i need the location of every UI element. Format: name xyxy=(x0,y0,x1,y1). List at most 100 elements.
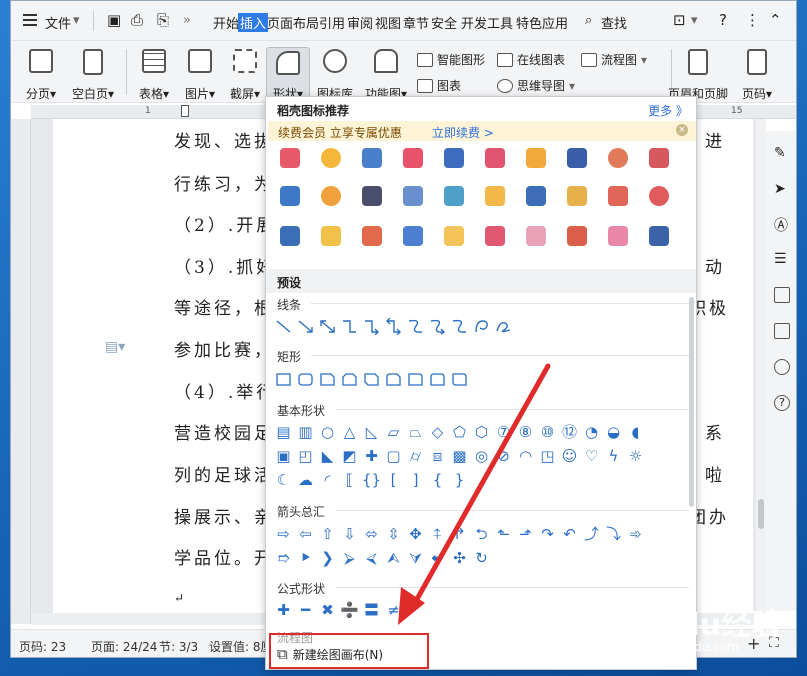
chart-button[interactable]: 图表 xyxy=(417,77,461,94)
teardrop-shape-icon[interactable]: ◖ xyxy=(626,423,645,442)
heart-shape-icon[interactable]: ♡ xyxy=(582,447,601,466)
multiply-shape-icon[interactable]: ✖ xyxy=(318,601,337,620)
box-icon[interactable] xyxy=(602,181,635,211)
double-brace-shape-icon[interactable]: {} xyxy=(362,471,381,490)
network-icon[interactable] xyxy=(356,181,389,211)
l-shape-icon[interactable]: ◣ xyxy=(318,447,337,466)
curved-double-arrow-shape-icon[interactable] xyxy=(450,317,469,336)
tab-special-apps[interactable]: 特色应用 xyxy=(516,13,568,32)
building-icon[interactable] xyxy=(438,181,471,211)
page-number-button[interactable]: 页码▾ xyxy=(735,49,779,102)
left-up-arrow-shape-icon[interactable]: ⬑ xyxy=(494,525,513,544)
heptagon-shape-icon[interactable]: ⑦ xyxy=(494,423,513,442)
screenshot-button[interactable]: 截屏▾ xyxy=(223,49,267,102)
bent-arrow-shape-icon[interactable]: ↱ xyxy=(450,525,469,544)
sliders-icon[interactable] xyxy=(643,221,676,251)
text-box-shape-icon[interactable]: ▤ xyxy=(274,423,293,442)
cloud-sync-icon[interactable]: ⊡ xyxy=(673,11,686,29)
chord-shape-icon[interactable]: ◒ xyxy=(604,423,623,442)
document-stack-icon[interactable] xyxy=(438,143,471,173)
freeform-shape-icon[interactable] xyxy=(494,317,513,336)
lightbulb-icon[interactable] xyxy=(315,143,348,173)
folded-corner-shape-icon[interactable]: ◳ xyxy=(538,447,557,466)
magnifier-icon[interactable] xyxy=(602,143,635,173)
save-icon[interactable]: ▣ xyxy=(107,11,121,29)
tab-references[interactable]: 引用 xyxy=(319,13,345,32)
pie-shape-icon[interactable]: ◔ xyxy=(582,423,601,442)
left-right-arrow-shape-icon[interactable]: ⬄ xyxy=(362,525,381,544)
pentagon-arrow-shape-icon[interactable]: ⯈ xyxy=(296,549,315,568)
table-button[interactable]: 表格▾ xyxy=(133,49,175,102)
new-canvas-button[interactable]: ⧉ 新建绘图画布(N) xyxy=(269,633,429,669)
page-break-button[interactable]: 分页▾ xyxy=(21,49,61,102)
diagonal-stripe-shape-icon[interactable]: ◩ xyxy=(340,447,359,466)
edit-icon[interactable]: ✎ xyxy=(774,145,790,161)
donut-shape-icon[interactable]: ◎ xyxy=(472,447,491,466)
bent-up-arrow-shape-icon[interactable]: ⬏ xyxy=(516,525,535,544)
target-icon[interactable] xyxy=(643,181,676,211)
diamond-shape-icon[interactable]: ◇ xyxy=(428,423,447,442)
tab-developer[interactable]: 开发工具 xyxy=(461,13,513,32)
cube-shape-icon[interactable]: ⧈ xyxy=(428,447,447,466)
idea-head-icon[interactable] xyxy=(479,181,512,211)
bevel-shape-icon[interactable]: ▩ xyxy=(450,447,469,466)
rectangle-shape-icon[interactable] xyxy=(274,370,293,389)
curved-up-arrow-shape-icon[interactable]: ⤴ xyxy=(582,525,601,544)
double-bracket-shape-icon[interactable]: ⟦ xyxy=(340,471,359,490)
double-arrow-line-shape-icon[interactable] xyxy=(318,317,337,336)
divide-shape-icon[interactable]: ➗ xyxy=(340,601,359,620)
block-arc-shape-icon[interactable]: ◠ xyxy=(516,447,535,466)
id-card-icon[interactable] xyxy=(397,181,430,211)
presentation-icon[interactable] xyxy=(274,221,307,251)
snip-corner-rectangle-shape-icon[interactable] xyxy=(318,370,337,389)
flowchart-button[interactable]: 流程图 ▾ xyxy=(581,51,647,68)
cloud-shape-icon[interactable]: ☁ xyxy=(296,471,315,490)
right-triangle-shape-icon[interactable]: ◺ xyxy=(362,423,381,442)
hamburger-icon[interactable] xyxy=(23,14,37,26)
heart-pulse-icon[interactable] xyxy=(397,143,430,173)
snip-diagonal-shape-icon[interactable] xyxy=(362,370,381,389)
notched-right-arrow-shape-icon[interactable]: ➱ xyxy=(274,549,293,568)
left-arrow-callout-shape-icon[interactable]: ⮘ xyxy=(362,549,381,568)
pentagon-shape-icon[interactable]: ⬠ xyxy=(450,423,469,442)
quad-arrow-callout-shape-icon[interactable]: ✣ xyxy=(450,549,469,568)
rocket-icon[interactable] xyxy=(274,143,307,173)
indent-marker-icon[interactable] xyxy=(181,105,189,117)
can-shape-icon[interactable]: ⌭ xyxy=(406,447,425,466)
plaque-shape-icon[interactable]: ▢ xyxy=(384,447,403,466)
vertical-ruler[interactable] xyxy=(11,119,31,624)
hexagon-shape-icon[interactable]: ⬡ xyxy=(472,423,491,442)
right-bracket-shape-icon[interactable]: ] xyxy=(406,471,425,490)
bar-chart-icon[interactable] xyxy=(479,221,512,251)
round-one-corner-shape-icon[interactable] xyxy=(406,370,425,389)
u-turn-arrow-shape-icon[interactable]: ⮌ xyxy=(472,525,491,544)
down-arrow-shape-icon[interactable]: ⇩ xyxy=(340,525,359,544)
round-same-side-shape-icon[interactable] xyxy=(428,370,447,389)
elbow-double-arrow-shape-icon[interactable] xyxy=(384,317,403,336)
right-brace-shape-icon[interactable]: } xyxy=(450,471,469,490)
curved-left-arrow-shape-icon[interactable]: ↶ xyxy=(560,525,579,544)
oval-shape-icon[interactable]: ○ xyxy=(318,423,337,442)
cake-icon[interactable] xyxy=(438,221,471,251)
function-chart-button[interactable]: 功能图▾ xyxy=(361,49,411,102)
not-equal-shape-icon[interactable]: ≠ xyxy=(384,601,403,620)
right-arrow-callout-shape-icon[interactable]: ⮚ xyxy=(340,549,359,568)
search-label[interactable]: 查找 xyxy=(601,13,627,32)
help-circle-icon[interactable]: ? xyxy=(774,395,790,411)
elbow-arrow-shape-icon[interactable] xyxy=(362,317,381,336)
arrow-line-shape-icon[interactable] xyxy=(296,317,315,336)
archive-icon[interactable] xyxy=(774,287,790,303)
dropdown-scrollbar[interactable] xyxy=(689,297,694,507)
notebook-icon[interactable] xyxy=(561,143,594,173)
style-icon[interactable]: Ⓐ xyxy=(774,215,790,234)
online-chart-button[interactable]: 在线图表 xyxy=(497,51,565,68)
rocket-launch-icon[interactable] xyxy=(274,181,307,211)
up-down-arrow-shape-icon[interactable]: ⇳ xyxy=(384,525,403,544)
paragraph-handle-icon[interactable]: ▤▾ xyxy=(105,339,125,355)
right-arrow-shape-icon[interactable]: ⇨ xyxy=(274,525,293,544)
snip-same-side-shape-icon[interactable] xyxy=(340,370,359,389)
gift-icon[interactable] xyxy=(356,221,389,251)
renew-link[interactable]: 立即续费 > xyxy=(432,124,494,141)
money-bag-icon[interactable] xyxy=(561,181,594,211)
more-link[interactable]: 更多 》 xyxy=(648,102,688,119)
